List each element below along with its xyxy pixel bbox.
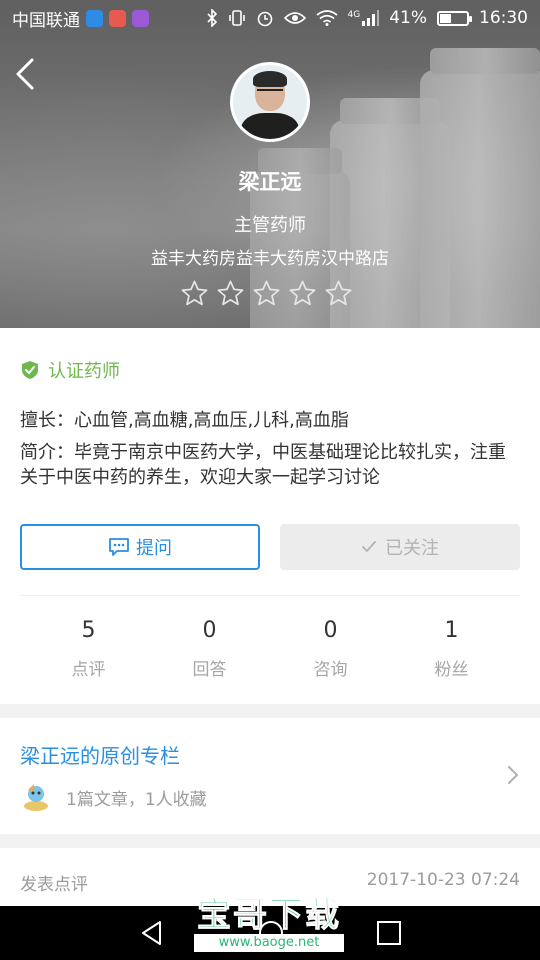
ask-label: 提问 bbox=[136, 538, 172, 559]
chat-bubble-icon bbox=[109, 538, 129, 556]
star-icon bbox=[325, 280, 352, 306]
nav-recents-icon[interactable] bbox=[376, 920, 402, 946]
eye-icon bbox=[283, 10, 306, 26]
shield-check-icon bbox=[22, 361, 38, 379]
section-separator bbox=[0, 704, 540, 718]
stat-value: 5 bbox=[81, 618, 96, 643]
back-button[interactable] bbox=[12, 56, 40, 92]
followed-button[interactable]: 已关注 bbox=[280, 524, 520, 570]
stat-label: 粉丝 bbox=[434, 660, 469, 680]
chevron-left-icon bbox=[16, 58, 34, 90]
section-separator bbox=[0, 834, 540, 848]
stat-followers[interactable]: 1 粉丝 bbox=[391, 618, 512, 680]
app-notification-icon bbox=[132, 9, 149, 27]
watermark-logo: 宝哥下载 www.baoge.net bbox=[194, 896, 344, 956]
avatar bbox=[230, 62, 310, 142]
column-stats: 1篇文章，1人收藏 bbox=[66, 789, 207, 810]
status-bar: 中国联通 4G 41% 16:30 bbox=[0, 0, 540, 36]
stat-label: 咨询 bbox=[313, 660, 348, 680]
certified-label: 认证药师 bbox=[48, 361, 120, 382]
divider bbox=[20, 595, 520, 596]
stat-reviews[interactable]: 5 点评 bbox=[28, 618, 149, 680]
star-icon bbox=[289, 280, 316, 306]
stat-answers[interactable]: 0 回答 bbox=[149, 618, 270, 680]
stat-label: 点评 bbox=[71, 660, 106, 680]
battery-icon bbox=[437, 10, 472, 26]
app-notification-icon bbox=[86, 9, 103, 27]
pharmacist-name: 梁正远 bbox=[238, 170, 302, 194]
stat-consultations[interactable]: 0 咨询 bbox=[270, 618, 391, 680]
intro-text: 简介：毕竟于南京中医药大学，中医基础理论比较扎实，注重关于中医中药的养生，欢迎大… bbox=[20, 442, 506, 488]
nav-back-icon[interactable] bbox=[138, 919, 166, 947]
star-icon bbox=[181, 280, 208, 306]
signal-icon: 4G bbox=[348, 10, 380, 26]
app-notification-icon bbox=[109, 9, 126, 27]
original-column-card[interactable] bbox=[0, 718, 540, 834]
certified-badge: 认证药师 bbox=[20, 357, 120, 383]
stats-row: 5 点评 0 回答 0 咨询 1 粉丝 bbox=[28, 618, 512, 680]
star-icon bbox=[217, 280, 244, 306]
column-title: 梁正远的原创专栏 bbox=[20, 744, 180, 768]
stat-value: 0 bbox=[323, 618, 338, 643]
wifi-icon bbox=[315, 10, 338, 26]
specialty-text: 擅长：心血管,高血糖,高血压,儿科,高血脂 bbox=[20, 410, 349, 431]
column-meta: 1篇文章，1人收藏 bbox=[20, 782, 207, 812]
follow-label: 已关注 bbox=[385, 538, 439, 559]
watermark-url: www.baoge.net bbox=[194, 934, 344, 952]
stat-value: 1 bbox=[444, 618, 459, 643]
chevron-right-icon bbox=[508, 766, 518, 784]
alarm-icon bbox=[256, 9, 274, 27]
vibrate-icon bbox=[228, 9, 246, 27]
carrier-label: 中国联通 bbox=[12, 10, 80, 31]
battery-percent: 41% bbox=[389, 8, 427, 28]
pharmacist-title: 主管药师 bbox=[234, 215, 306, 236]
post-review-label[interactable]: 发表点评 bbox=[20, 870, 88, 895]
checkmark-icon bbox=[362, 541, 376, 552]
stat-value: 0 bbox=[202, 618, 217, 643]
clock: 16:30 bbox=[479, 8, 528, 28]
star-icon bbox=[253, 280, 280, 306]
column-thumbnail-icon bbox=[24, 784, 48, 811]
rating-stars bbox=[180, 279, 353, 308]
ask-question-button[interactable]: 提问 bbox=[20, 524, 260, 570]
pharmacy-store: 益丰大药房益丰大药房汉中路店 bbox=[151, 249, 389, 269]
network-type-label: 4G bbox=[347, 10, 361, 20]
stat-label: 回答 bbox=[192, 660, 227, 680]
review-timestamp: 2017-10-23 07:24 bbox=[366, 870, 520, 890]
bluetooth-icon bbox=[206, 9, 218, 27]
profile-header: 中国联通 4G 41% 16:30 梁正远 主管药师 益丰大药房益丰大药房汉中路… bbox=[0, 0, 540, 328]
watermark-title: 宝哥下载 bbox=[197, 895, 341, 935]
